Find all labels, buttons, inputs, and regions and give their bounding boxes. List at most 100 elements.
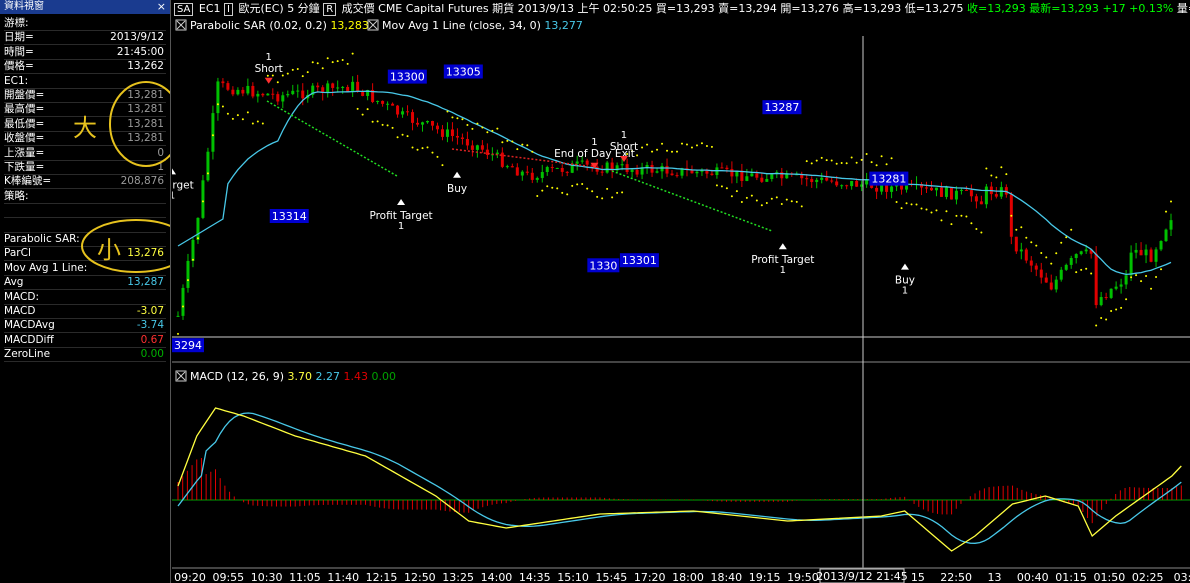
candle-body: [336, 87, 340, 89]
time-tick-label: 13:25: [442, 571, 474, 583]
data-window-row: 下跌量= 1: [4, 160, 166, 175]
sar-dot: [196, 237, 199, 240]
sar-dot: [1095, 324, 1098, 327]
close-price: 收=13,293: [967, 2, 1026, 15]
data-window-titlebar[interactable]: 資料視窗 ×: [0, 0, 170, 14]
candle-body: [605, 162, 609, 173]
candle-body: [1039, 269, 1043, 278]
symbol-select[interactable]: SA: [174, 3, 194, 16]
candle-body: [281, 95, 285, 102]
candle-body: [645, 164, 649, 168]
sar-dot: [1150, 287, 1153, 290]
data-window-row: [4, 203, 166, 219]
candle-body: [391, 103, 395, 106]
data-window-row: [4, 218, 166, 233]
row-value: 13,276: [127, 247, 164, 260]
candle-body: [515, 167, 519, 176]
sar-dot: [880, 155, 883, 158]
sar-dot: [296, 67, 299, 70]
open-price: 開=13,276: [780, 2, 840, 15]
row-label: 下跌量=: [4, 161, 45, 173]
time-tick-label: 01:15: [1055, 571, 1087, 583]
sar-dot: [611, 196, 614, 199]
sar-dot: [601, 197, 604, 200]
sar-dot: [201, 200, 204, 203]
sar-dot: [715, 184, 718, 187]
close-icon[interactable]: ×: [157, 0, 166, 14]
candle-body: [1144, 249, 1148, 256]
signal-count: 1: [902, 286, 908, 297]
low-price: 低=13,275: [904, 2, 964, 15]
candle-body: [984, 186, 988, 205]
chart-area[interactable]: Parabolic SAR (0.02, 0.2) 13,283 Mov Avg…: [172, 16, 1190, 583]
svg-text:Mov Avg 1 Line (close, 34, 0): Mov Avg 1 Line (close, 34, 0) 13,277: [382, 19, 583, 32]
row-label: ZeroLine: [4, 348, 51, 361]
sar-dot: [521, 143, 524, 146]
signal-label: ft Target: [172, 179, 194, 191]
candle-body: [665, 165, 669, 174]
candle-body: [630, 169, 634, 172]
r-select[interactable]: R: [323, 3, 337, 16]
sar-dot: [945, 210, 948, 213]
annotation-small-label: 小: [97, 236, 121, 264]
sar-dot: [261, 122, 264, 125]
candle-body: [565, 171, 569, 173]
signal-count: 1: [172, 190, 175, 201]
data-window-row: ZeroLine 0.00: [4, 347, 166, 363]
sar-dot: [1090, 272, 1093, 275]
sar-dot: [980, 231, 983, 234]
sar-dot: [181, 305, 184, 308]
sar-dot: [955, 214, 958, 217]
candle-body: [949, 187, 953, 200]
candle-body: [805, 178, 809, 180]
candle-body: [625, 164, 629, 172]
candle-body: [755, 173, 759, 178]
interval-label[interactable]: 5 分鐘: [287, 2, 320, 15]
sar-dot: [1155, 276, 1158, 279]
candle-body: [820, 177, 824, 180]
sar-dot: [1145, 274, 1148, 277]
arrow-down-icon: [264, 77, 273, 84]
time-tick-label: 12:50: [404, 571, 436, 583]
sar-dot: [700, 142, 703, 145]
row-label: MACD: [4, 305, 36, 317]
candle-body: [470, 145, 474, 150]
sar-dot: [516, 148, 519, 151]
candle-body: [1054, 279, 1058, 290]
sar-dot: [581, 182, 584, 185]
sar-dot: [1080, 268, 1083, 271]
sar-dot: [511, 140, 514, 143]
row-value: 13,281: [127, 117, 164, 130]
sar-dot: [236, 114, 239, 117]
candle-body: [475, 145, 479, 150]
sar-dot: [616, 191, 619, 194]
data-window-row: ParCl 13,276: [4, 246, 166, 262]
candle-body: [241, 89, 245, 94]
sar-dot: [845, 162, 848, 165]
row-label: 上漲量=: [4, 146, 45, 159]
candle-body: [1149, 249, 1153, 262]
sar-dot: [666, 149, 669, 152]
sar-dot: [211, 134, 214, 137]
sar-dot: [621, 191, 624, 194]
candle-body: [650, 164, 654, 173]
signal-label: Short: [610, 141, 638, 153]
sar-dot: [765, 201, 768, 204]
sar-dot: [1050, 262, 1053, 265]
sar-dot: [900, 207, 903, 210]
sar-dot: [561, 191, 564, 194]
contract-name: 歐元(EC): [238, 2, 284, 15]
signal-count: 1: [621, 130, 627, 141]
candle-body: [620, 164, 624, 166]
sar-dot: [1105, 318, 1108, 321]
sar-dot: [690, 146, 693, 149]
candle-body: [1029, 260, 1033, 266]
candle-body: [435, 125, 439, 130]
candle-body: [346, 86, 350, 92]
price-label: 13314: [272, 210, 307, 223]
row-value: 1: [157, 161, 164, 173]
macd-panel: [172, 407, 1190, 552]
symbol-search-button[interactable]: I: [224, 3, 233, 16]
candle-body: [745, 176, 749, 181]
sar-dot: [1135, 274, 1138, 277]
